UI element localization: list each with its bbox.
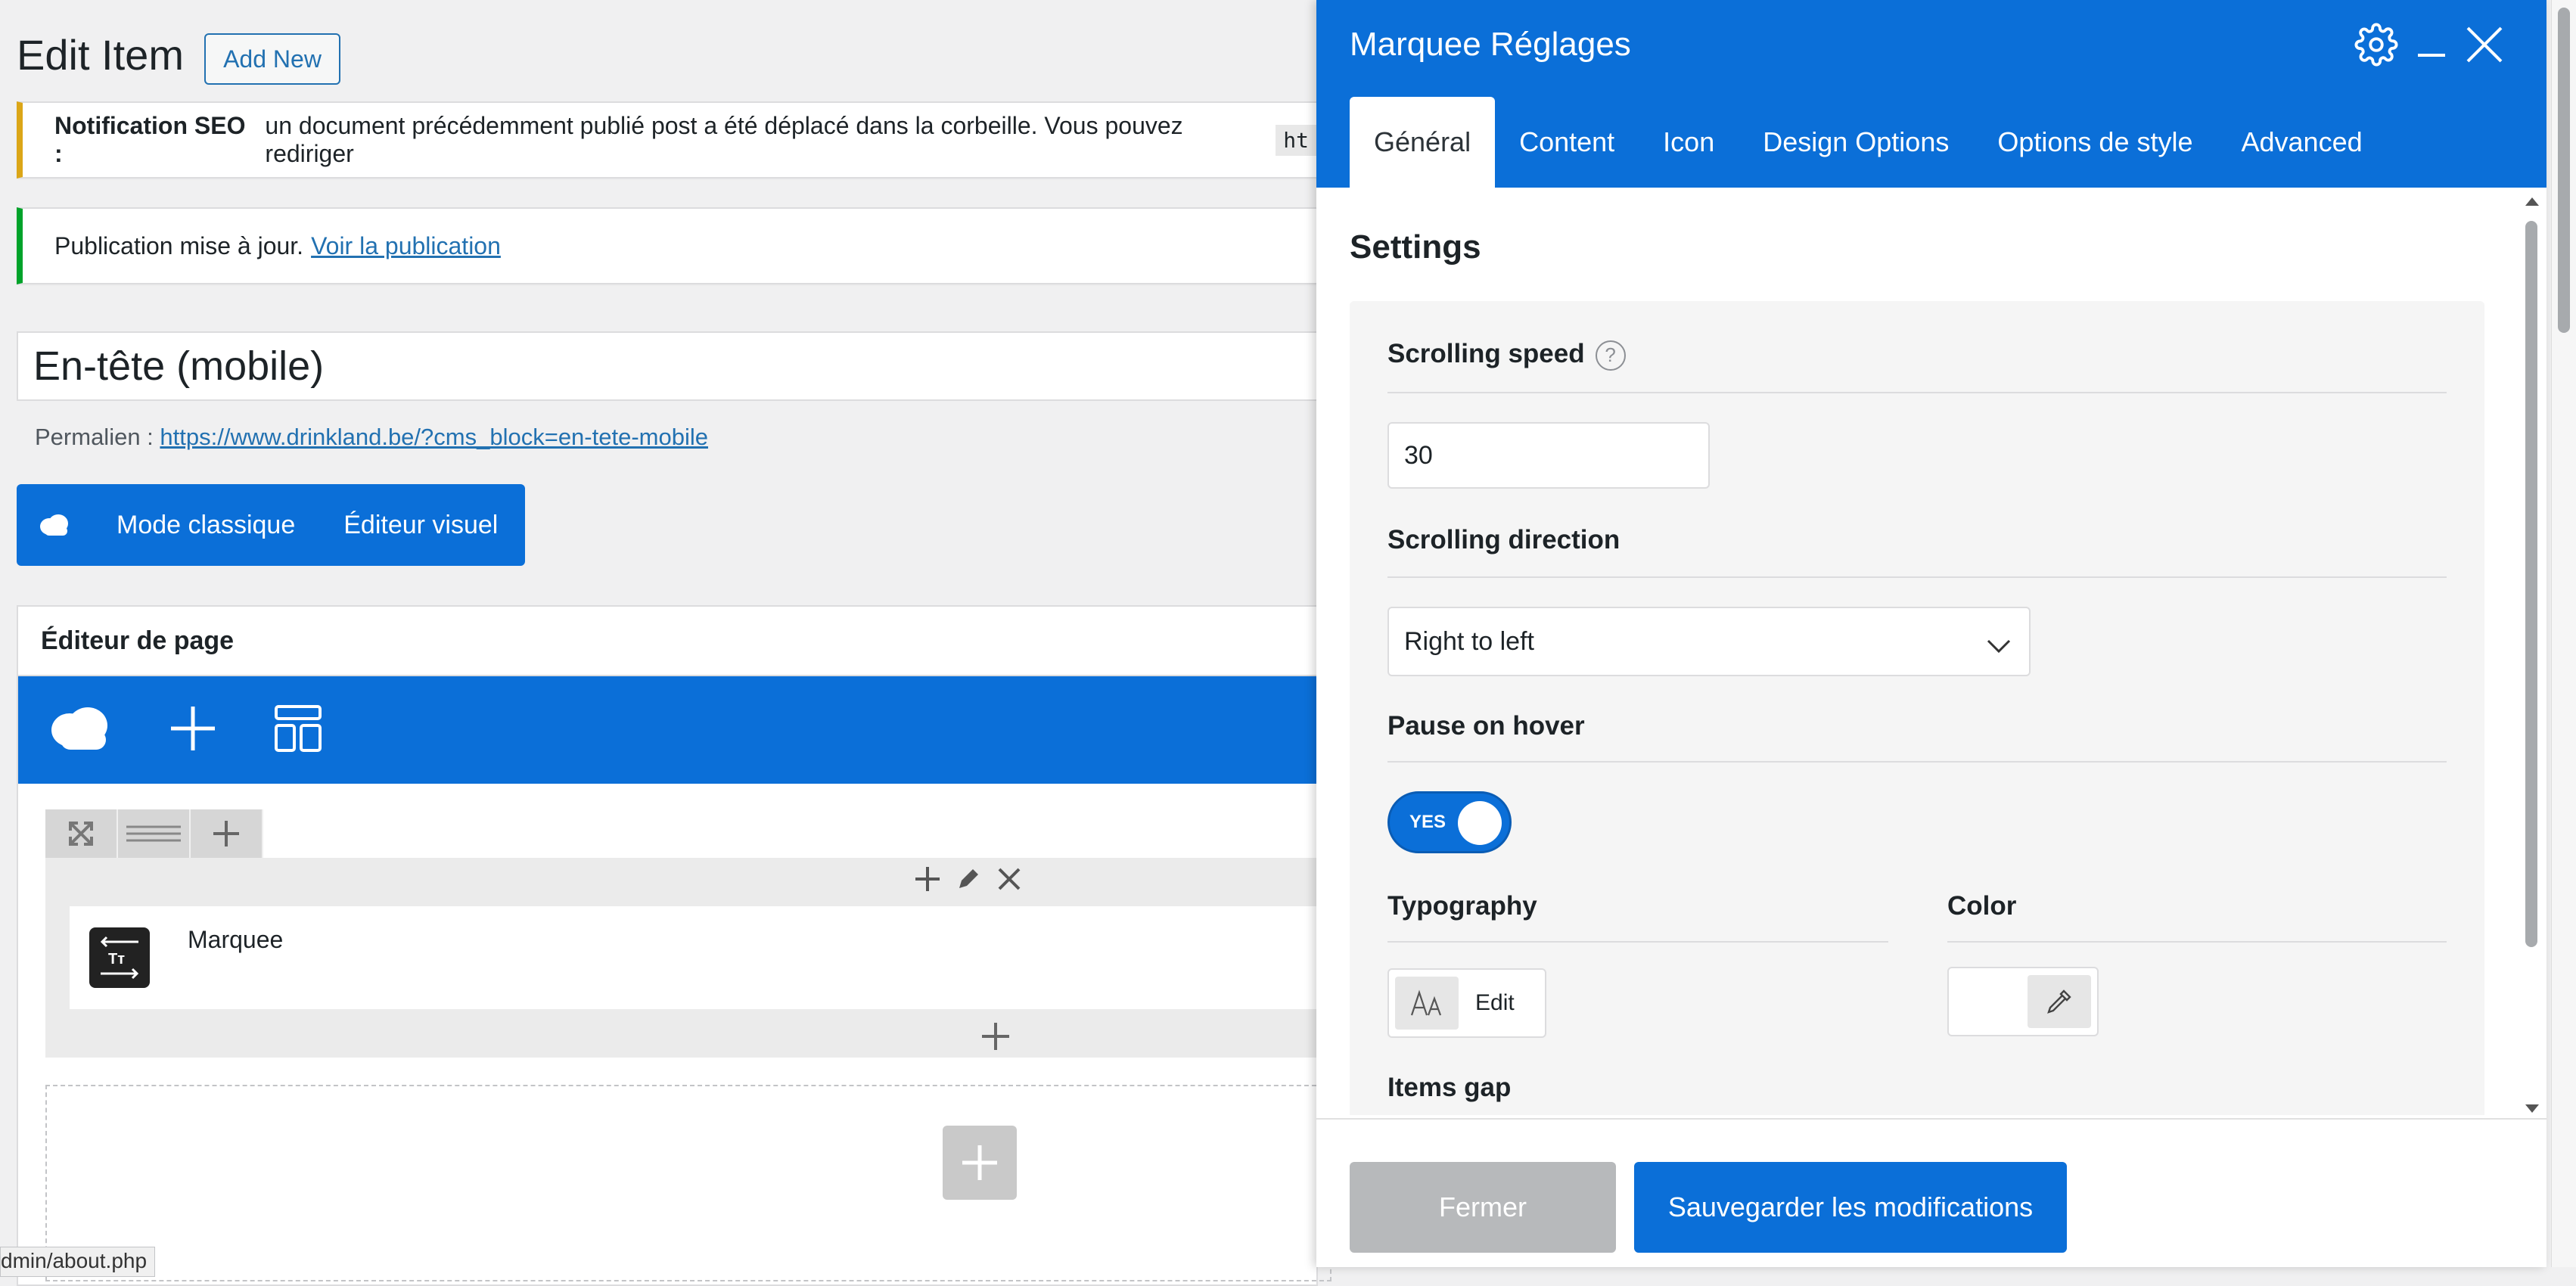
marquee-element-label: Marquee bbox=[188, 926, 284, 953]
divider bbox=[1387, 392, 2447, 393]
page-editor: Éditeur de page Tт Marquee bbox=[17, 605, 1332, 1286]
window-scrollbar[interactable] bbox=[2551, 0, 2576, 1267]
scrolling-speed-label-text: Scrolling speed bbox=[1387, 339, 1585, 368]
close-button[interactable]: Fermer bbox=[1350, 1162, 1616, 1253]
permalink-label: Permalien : bbox=[35, 424, 154, 450]
row-drag-icon[interactable] bbox=[118, 809, 191, 858]
tab-content[interactable]: Content bbox=[1495, 97, 1639, 188]
divider bbox=[1947, 941, 2447, 943]
settings-title: Settings bbox=[1350, 228, 1481, 266]
help-icon[interactable]: ? bbox=[1595, 340, 1626, 371]
marquee-element[interactable]: Tт Marquee bbox=[70, 906, 1318, 1009]
panel-tabs: Général Content Icon Design Options Opti… bbox=[1350, 97, 2387, 188]
scrollbar-thumb[interactable] bbox=[2525, 221, 2537, 947]
tab-icon[interactable]: Icon bbox=[1639, 97, 1739, 188]
editor-mode-bar: Mode classique Éditeur visuel bbox=[17, 484, 525, 566]
panel-scrollbar[interactable] bbox=[2521, 189, 2542, 1120]
page-editor-title: Éditeur de page bbox=[18, 607, 1316, 676]
templates-icon[interactable] bbox=[274, 704, 322, 756]
post-title-input[interactable]: En-tête (mobile) bbox=[17, 331, 1318, 401]
scrolling-speed-label: Scrolling speed? bbox=[1387, 339, 1626, 371]
page-title: Edit Item bbox=[17, 31, 184, 79]
add-new-button[interactable]: Add New bbox=[204, 33, 340, 85]
classic-mode-button[interactable]: Mode classique bbox=[92, 484, 319, 566]
scroll-down-icon[interactable] bbox=[2524, 1103, 2540, 1115]
pause-on-hover-toggle[interactable]: YES bbox=[1387, 791, 1512, 853]
scroll-up-icon[interactable] bbox=[2524, 195, 2540, 207]
gear-icon[interactable] bbox=[2354, 23, 2398, 70]
svg-text:Tт: Tт bbox=[108, 951, 125, 968]
toggle-text: YES bbox=[1409, 812, 1446, 832]
seo-notice-code: ht bbox=[1276, 124, 1316, 156]
page-editor-toolbar bbox=[18, 676, 1316, 784]
divider bbox=[1387, 761, 2447, 763]
pause-on-hover-label: Pause on hover bbox=[1387, 711, 1585, 741]
marquee-icon: Tт bbox=[89, 927, 150, 988]
seo-notice-title: Notification SEO : bbox=[54, 112, 246, 167]
column-append-icon[interactable] bbox=[980, 1021, 1011, 1055]
settings-panel: Marquee Réglages Général Content Icon De… bbox=[1316, 0, 2546, 1267]
permalink: Permalien : https://www.drinkland.be/?cm… bbox=[35, 424, 708, 451]
panel-footer: Fermer Sauvegarder les modifications bbox=[1316, 1118, 2546, 1267]
settings-box: Scrolling speed? 30 Scrolling direction … bbox=[1350, 301, 2484, 1115]
panel-title: Marquee Réglages bbox=[1350, 26, 1631, 63]
cloud-icon[interactable] bbox=[17, 513, 92, 537]
tab-general[interactable]: Général bbox=[1350, 97, 1496, 188]
row-controls bbox=[45, 809, 263, 858]
publish-notice-text: Publication mise à jour. bbox=[54, 231, 304, 259]
chevron-down-icon bbox=[1987, 631, 2011, 660]
typography-edit-button[interactable]: Edit bbox=[1387, 968, 1546, 1038]
color-label: Color bbox=[1947, 891, 2017, 921]
tab-style-options[interactable]: Options de style bbox=[1973, 97, 2217, 188]
column-delete-icon[interactable] bbox=[996, 865, 1023, 896]
divider bbox=[1387, 576, 2447, 578]
close-icon[interactable] bbox=[2465, 25, 2504, 68]
column-controls bbox=[914, 865, 1023, 896]
scrolling-direction-select[interactable]: Right to left bbox=[1387, 607, 2031, 676]
permalink-url[interactable]: https://www.drinkland.be/?cms_block=en-t… bbox=[160, 424, 708, 450]
panel-body: Settings Scrolling speed? 30 Scrolling d… bbox=[1316, 188, 2546, 1115]
add-row-icon[interactable] bbox=[943, 1126, 1017, 1200]
window-scrollbar-thumb[interactable] bbox=[2558, 8, 2570, 333]
cloud-icon[interactable] bbox=[48, 703, 112, 758]
empty-row bbox=[45, 1085, 1332, 1281]
column-add-icon[interactable] bbox=[914, 865, 941, 896]
row-add-icon[interactable] bbox=[191, 809, 263, 858]
status-bar-url: dmin/about.php bbox=[0, 1247, 156, 1277]
view-post-link[interactable]: Voir la publication bbox=[311, 232, 501, 260]
tab-advanced[interactable]: Advanced bbox=[2217, 97, 2387, 188]
panel-header-icons bbox=[2354, 23, 2504, 70]
typography-label: Typography bbox=[1387, 891, 1537, 921]
row-fullwidth-icon[interactable] bbox=[45, 809, 118, 858]
color-picker[interactable] bbox=[1947, 967, 2099, 1036]
divider bbox=[1387, 941, 1888, 943]
scrolling-direction-value: Right to left bbox=[1404, 626, 1534, 656]
minimize-icon[interactable] bbox=[2415, 28, 2448, 65]
tab-design-options[interactable]: Design Options bbox=[1739, 97, 1973, 188]
add-element-icon[interactable] bbox=[168, 704, 218, 757]
typography-edit-label: Edit bbox=[1475, 990, 1515, 1015]
visual-editor-button[interactable]: Éditeur visuel bbox=[319, 484, 522, 566]
eyedropper-icon[interactable] bbox=[2028, 975, 2091, 1028]
save-changes-button[interactable]: Sauvegarder les modifications bbox=[1634, 1162, 2067, 1253]
column-edit-icon[interactable] bbox=[955, 865, 982, 896]
publish-notice: Publication mise à jour. Voir la publica… bbox=[17, 207, 1318, 284]
font-icon bbox=[1395, 977, 1459, 1030]
toggle-knob bbox=[1458, 801, 1502, 845]
panel-header: Marquee Réglages Général Content Icon De… bbox=[1316, 0, 2546, 188]
scrolling-direction-label: Scrolling direction bbox=[1387, 525, 1620, 554]
seo-notice-text: un document précédemment publié post a é… bbox=[265, 112, 1183, 167]
items-gap-label: Items gap bbox=[1387, 1073, 1512, 1102]
scrolling-speed-input[interactable]: 30 bbox=[1387, 422, 1710, 489]
seo-notice: Notification SEO : un document précédemm… bbox=[17, 101, 1318, 179]
